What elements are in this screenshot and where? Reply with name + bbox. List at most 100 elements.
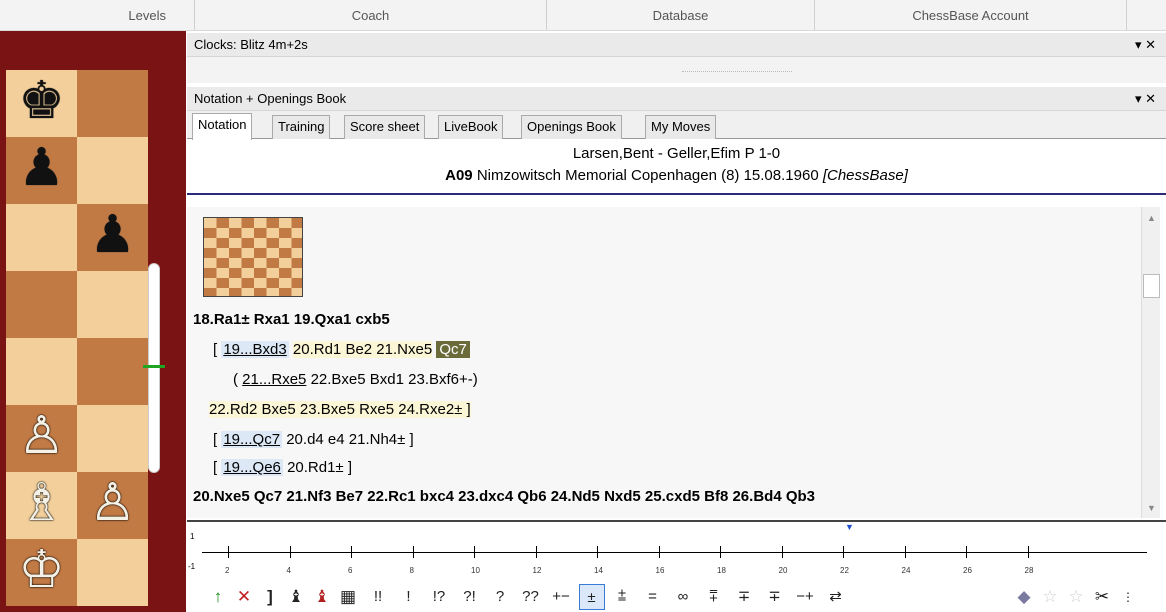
evaluation-bar[interactable] [148, 263, 160, 473]
ribbon-group-coach[interactable]: Coach [195, 0, 547, 31]
main-line-2[interactable]: 20.Nxe5 Qc7 21.Nf3 Be7 22.Rc1 bxc4 23.dx… [193, 488, 815, 505]
sub-variation-moves[interactable]: 22.Bxe5 Bxd1 23.Bxf6+-) [311, 371, 478, 388]
scroll-thumb[interactable] [1143, 274, 1160, 298]
annotation-symbol-button[interactable]: ? [487, 584, 513, 610]
timeline-number: 28 [1024, 566, 1034, 575]
ribbon-bar: Levels Coach Database ChessBase Account [0, 0, 1166, 31]
timeline-tick [843, 546, 844, 558]
timeline-tick [720, 546, 721, 558]
variation-2-first-move[interactable]: 19...Qc7 [221, 431, 283, 448]
timeline-top-label: 1 [190, 532, 195, 541]
timeline-number: 18 [717, 566, 726, 575]
timeline-number: 22 [840, 566, 849, 575]
annotation-symbol-button[interactable]: +− [548, 584, 574, 610]
notation-tabs: Notation Training Score sheet LiveBook O… [187, 111, 1166, 140]
clocks-panel: Clocks: Blitz 4m+2s ▾ ✕ [187, 33, 1166, 83]
annotation-symbol-button[interactable]: ! [396, 584, 422, 610]
annotation-symbol-button[interactable]: ?? [518, 584, 544, 610]
annotation-symbol-button[interactable]: ⩱ [701, 584, 727, 610]
timeline-number: 26 [963, 566, 972, 575]
timeline-tick [289, 546, 291, 558]
panel-controls-icon[interactable]: ▾ ✕ [1135, 87, 1156, 111]
clocks-body [187, 57, 1166, 83]
timeline-tick [474, 546, 475, 558]
timeline-number: 6 [348, 566, 353, 575]
timeline-axis [202, 552, 1147, 553]
timeline-number: 4 [286, 566, 291, 575]
clocks-panel-title: Clocks: Blitz 4m+2s ▾ ✕ [187, 33, 1166, 57]
ribbon-group-chessbase-account[interactable]: ChessBase Account [815, 0, 1127, 31]
tab-notation[interactable]: Notation [192, 113, 253, 140]
tab-livebook[interactable]: LiveBook [438, 115, 504, 139]
delete-icon[interactable]: ✕ [231, 584, 257, 610]
annotation-symbol-button[interactable]: −+ [792, 584, 818, 610]
game-event: Nimzowitsch Memorial Copenhagen (8) 15.0… [476, 167, 819, 184]
annotation-symbol-button[interactable]: !? [426, 584, 452, 610]
variation-2-moves[interactable]: 20.d4 e4 21.Nh4± ] [286, 431, 414, 448]
bracket-icon[interactable]: ] [257, 584, 283, 610]
chess-board[interactable]: ♚ ♟ ♟ ♙ ♗ ♙ ♔ [0, 31, 186, 612]
tab-my-moves[interactable]: My Moves [645, 115, 717, 139]
panel-controls-icon[interactable]: ▾ ✕ [1135, 33, 1156, 57]
eco-code: A09 [445, 167, 473, 184]
annotation-symbol-button[interactable]: = [640, 584, 666, 610]
main-line-1[interactable]: 18.Ra1± Rxa1 19.Qxa1 cxb5 [193, 311, 390, 328]
annotation-symbol-button[interactable]: ?! [457, 584, 483, 610]
variation-3: [ 19...Qe6 20.Rd1± ] [213, 459, 352, 476]
diagram-thumbnail[interactable] [203, 217, 303, 297]
board-icon[interactable]: ▦ [335, 584, 361, 610]
scroll-down-icon[interactable]: ▼ [1147, 503, 1156, 513]
piece-icon[interactable]: ♝ [283, 584, 309, 610]
notation-scrollbar[interactable]: ▲ ▼ [1141, 207, 1160, 518]
sub-variation-1a: ( 21...Rxe5 22.Bxe5 Bxd1 23.Bxf6+-) [233, 371, 478, 388]
black-king-icon[interactable]: ♚ [6, 68, 77, 135]
evaluation-timeline[interactable]: 1 -1 ▼ 2 4 6 8 10 12 14 16 18 20 22 24 26 28 [187, 520, 1166, 580]
timeline-number: 24 [901, 566, 911, 575]
white-king-icon[interactable]: ♔ [6, 537, 77, 604]
timeline-tick [535, 546, 537, 558]
white-pawn-icon[interactable]: ♙ [6, 403, 77, 470]
sub-variation-first-move[interactable]: 21...Rxe5 [242, 371, 306, 388]
game-event-line: A09 Nimzowitsch Memorial Copenhagen (8) … [187, 167, 1166, 184]
annotation-symbol-button[interactable]: ± [578, 584, 605, 610]
timeline-bottom-label: -1 [188, 562, 196, 571]
white-bishop-icon[interactable]: ♗ [6, 470, 77, 537]
notation-area[interactable]: 18.Ra1± Rxa1 19.Qxa1 cxb5 [ 19...Bxd3 20… [187, 207, 1141, 518]
annotation-symbol-button[interactable]: ∓ [731, 584, 757, 610]
black-pawn-icon[interactable]: ♟ [77, 202, 148, 269]
piece-red-icon[interactable]: ♝ [309, 584, 335, 610]
variation-1-moves[interactable]: 20.Rd1 Be2 21.Nxe5 [292, 341, 433, 358]
more-icon[interactable]: ⋮ [1115, 584, 1141, 610]
tools-icon[interactable]: ✂ [1089, 584, 1115, 610]
scroll-up-icon[interactable]: ▲ [1147, 213, 1156, 223]
variation-3-first-move[interactable]: 19...Qe6 [221, 459, 283, 476]
variation-1-continuation[interactable]: 22.Rd2 Bxe5 23.Bxe5 Rxe5 24.Rxe2± ] [209, 401, 471, 418]
current-move[interactable]: Qc7 [436, 341, 470, 358]
timeline-tick [412, 546, 414, 558]
eraser-icon[interactable]: ◆ [1011, 584, 1037, 610]
star-icon[interactable]: ☆ [1037, 584, 1063, 610]
ribbon-group-database[interactable]: Database [547, 0, 815, 31]
ribbon-group-levels[interactable]: Levels [0, 0, 195, 31]
white-pawn-icon[interactable]: ♙ [77, 470, 148, 537]
star-plus-icon[interactable]: ☆ [1063, 584, 1089, 610]
black-pawn-icon[interactable]: ♟ [6, 135, 77, 202]
annotation-symbol-button[interactable]: ⇄ [823, 584, 849, 610]
variation-1-first-move[interactable]: 19...Bxd3 [221, 341, 289, 358]
notation-panel-title: Notation + Openings Book ▾ ✕ [187, 87, 1166, 111]
annotation-symbol-button[interactable]: ∓ [762, 584, 788, 610]
arrow-up-icon[interactable]: ↑ [205, 584, 231, 610]
bracket-open: [ [213, 459, 218, 476]
game-header: Larsen,Bent - Geller,Efim P 1-0 A09 Nimz… [187, 139, 1166, 195]
tab-training[interactable]: Training [272, 115, 331, 139]
variation-3-moves[interactable]: 20.Rd1± ] [287, 459, 352, 476]
splitter-grip[interactable] [682, 71, 792, 74]
annotation-symbol-button[interactable]: !! [365, 584, 391, 610]
annotation-symbol-button[interactable]: ∞ [670, 584, 696, 610]
bracket-open: [ [213, 341, 218, 358]
tab-score-sheet[interactable]: Score sheet [344, 115, 426, 139]
clocks-title: Clocks: Blitz 4m+2s [194, 37, 308, 52]
tab-openings-book[interactable]: Openings Book [521, 115, 622, 139]
annotation-symbol-button[interactable]: ⩲ [609, 584, 635, 610]
paren-open: ( [233, 371, 238, 388]
